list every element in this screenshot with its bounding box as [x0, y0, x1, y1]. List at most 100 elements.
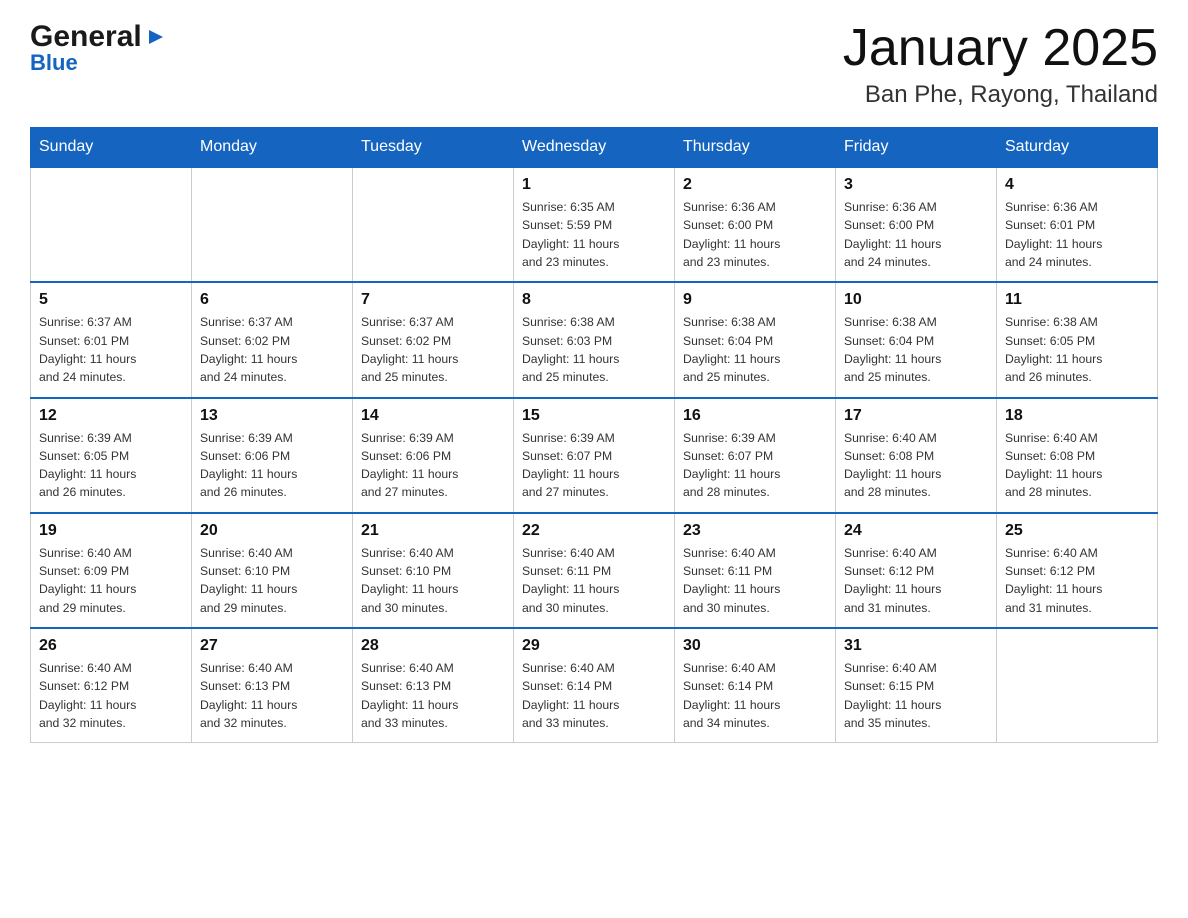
day-number: 31	[844, 637, 988, 655]
week-row-2: 5Sunrise: 6:37 AM Sunset: 6:01 PM Daylig…	[31, 282, 1158, 397]
location-title: Ban Phe, Rayong, Thailand	[843, 81, 1158, 109]
calendar-cell	[192, 167, 353, 282]
calendar-cell	[353, 167, 514, 282]
day-number: 14	[361, 407, 505, 425]
day-number: 22	[522, 522, 666, 540]
calendar-cell: 16 Sunrise: 6:39 AM Sunset: 6:07 PM Dayli…	[675, 398, 836, 513]
calendar-cell: 25 Sunrise: 6:40 AM Sunset: 6:12 PM Dayli…	[997, 513, 1158, 628]
day-info: Sunrise: 6:36 AM Sunset: 6:01 PM Dayligh…	[1005, 198, 1149, 271]
week-row-1: 1 Sunrise: 6:35 AM Sunset: 5:59 PM Daylig…	[31, 167, 1158, 282]
day-info: Sunrise: 6:40 AM Sunset: 6:10 PM Dayligh…	[200, 544, 344, 617]
day-info: Sunrise: 6:40 AM Sunset: 6:12 PM Dayligh…	[1005, 544, 1149, 617]
day-info: Sunrise: 6:39 AM Sunset: 6:07 PM Dayligh…	[522, 429, 666, 502]
logo: General Blue	[30, 20, 167, 76]
day-info: Sunrise: 6:37 AM Sunset: 6:02 PM Dayligh…	[200, 313, 344, 386]
calendar-cell: 7Sunrise: 6:37 AM Sunset: 6:02 PM Daylig…	[353, 282, 514, 397]
day-number: 29	[522, 637, 666, 655]
day-info: Sunrise: 6:38 AM Sunset: 6:05 PM Dayligh…	[1005, 313, 1149, 386]
day-info: Sunrise: 6:40 AM Sunset: 6:14 PM Dayligh…	[522, 659, 666, 732]
day-info: Sunrise: 6:38 AM Sunset: 6:04 PM Dayligh…	[844, 313, 988, 386]
calendar-cell: 14 Sunrise: 6:39 AM Sunset: 6:06 PM Dayli…	[353, 398, 514, 513]
day-number: 11	[1005, 291, 1149, 309]
calendar-cell: 21 Sunrise: 6:40 AM Sunset: 6:10 PM Dayli…	[353, 513, 514, 628]
calendar-cell: 30 Sunrise: 6:40 AM Sunset: 6:14 PM Dayli…	[675, 628, 836, 743]
day-number: 28	[361, 637, 505, 655]
day-number: 2	[683, 176, 827, 194]
title-area: January 2025 Ban Phe, Rayong, Thailand	[843, 20, 1158, 109]
logo-general-text: General	[30, 20, 142, 54]
weekday-header-tuesday: Tuesday	[353, 128, 514, 168]
calendar-cell: 18Sunrise: 6:40 AM Sunset: 6:08 PM Dayli…	[997, 398, 1158, 513]
day-info: Sunrise: 6:39 AM Sunset: 6:07 PM Dayligh…	[683, 429, 827, 502]
calendar-cell: 13Sunrise: 6:39 AM Sunset: 6:06 PM Dayli…	[192, 398, 353, 513]
calendar-cell: 3Sunrise: 6:36 AM Sunset: 6:00 PM Daylig…	[836, 167, 997, 282]
day-info: Sunrise: 6:40 AM Sunset: 6:11 PM Dayligh…	[683, 544, 827, 617]
day-number: 6	[200, 291, 344, 309]
day-number: 23	[683, 522, 827, 540]
day-number: 27	[200, 637, 344, 655]
day-number: 8	[522, 291, 666, 309]
calendar-cell: 12 Sunrise: 6:39 AM Sunset: 6:05 PM Dayli…	[31, 398, 192, 513]
day-number: 12	[39, 407, 183, 425]
day-info: Sunrise: 6:39 AM Sunset: 6:06 PM Dayligh…	[361, 429, 505, 502]
day-info: Sunrise: 6:40 AM Sunset: 6:15 PM Dayligh…	[844, 659, 988, 732]
day-info: Sunrise: 6:40 AM Sunset: 6:11 PM Dayligh…	[522, 544, 666, 617]
day-info: Sunrise: 6:37 AM Sunset: 6:02 PM Dayligh…	[361, 313, 505, 386]
calendar-cell: 31 Sunrise: 6:40 AM Sunset: 6:15 PM Dayli…	[836, 628, 997, 743]
calendar-cell: 17 Sunrise: 6:40 AM Sunset: 6:08 PM Dayli…	[836, 398, 997, 513]
day-info: Sunrise: 6:38 AM Sunset: 6:03 PM Dayligh…	[522, 313, 666, 386]
day-number: 16	[683, 407, 827, 425]
weekday-header-friday: Friday	[836, 128, 997, 168]
day-number: 30	[683, 637, 827, 655]
day-number: 20	[200, 522, 344, 540]
logo-blue-text: Blue	[30, 50, 78, 76]
day-info: Sunrise: 6:40 AM Sunset: 6:13 PM Dayligh…	[200, 659, 344, 732]
day-info: Sunrise: 6:39 AM Sunset: 6:05 PM Dayligh…	[39, 429, 183, 502]
day-info: Sunrise: 6:36 AM Sunset: 6:00 PM Dayligh…	[844, 198, 988, 271]
day-info: Sunrise: 6:39 AM Sunset: 6:06 PM Dayligh…	[200, 429, 344, 502]
day-info: Sunrise: 6:35 AM Sunset: 5:59 PM Dayligh…	[522, 198, 666, 271]
calendar-cell: 23 Sunrise: 6:40 AM Sunset: 6:11 PM Dayli…	[675, 513, 836, 628]
calendar-cell: 11 Sunrise: 6:38 AM Sunset: 6:05 PM Dayli…	[997, 282, 1158, 397]
day-info: Sunrise: 6:40 AM Sunset: 6:12 PM Dayligh…	[844, 544, 988, 617]
day-number: 21	[361, 522, 505, 540]
day-info: Sunrise: 6:40 AM Sunset: 6:14 PM Dayligh…	[683, 659, 827, 732]
calendar-cell: 8 Sunrise: 6:38 AM Sunset: 6:03 PM Daylig…	[514, 282, 675, 397]
day-number: 17	[844, 407, 988, 425]
day-info: Sunrise: 6:40 AM Sunset: 6:13 PM Dayligh…	[361, 659, 505, 732]
weekday-header-sunday: Sunday	[31, 128, 192, 168]
day-number: 19	[39, 522, 183, 540]
day-info: Sunrise: 6:37 AM Sunset: 6:01 PM Dayligh…	[39, 313, 183, 386]
calendar-cell	[997, 628, 1158, 743]
calendar-cell: 27 Sunrise: 6:40 AM Sunset: 6:13 PM Dayli…	[192, 628, 353, 743]
day-number: 15	[522, 407, 666, 425]
month-title: January 2025	[843, 20, 1158, 77]
day-number: 24	[844, 522, 988, 540]
logo-arrow-icon	[145, 26, 167, 48]
week-row-3: 12 Sunrise: 6:39 AM Sunset: 6:05 PM Dayli…	[31, 398, 1158, 513]
calendar-cell: 22 Sunrise: 6:40 AM Sunset: 6:11 PM Dayli…	[514, 513, 675, 628]
calendar-cell: 29 Sunrise: 6:40 AM Sunset: 6:14 PM Dayli…	[514, 628, 675, 743]
day-number: 1	[522, 176, 666, 194]
weekday-header-row: SundayMondayTuesdayWednesdayThursdayFrid…	[31, 128, 1158, 168]
day-number: 26	[39, 637, 183, 655]
weekday-header-wednesday: Wednesday	[514, 128, 675, 168]
day-number: 9	[683, 291, 827, 309]
calendar-cell: 26Sunrise: 6:40 AM Sunset: 6:12 PM Dayli…	[31, 628, 192, 743]
week-row-4: 19Sunrise: 6:40 AM Sunset: 6:09 PM Dayli…	[31, 513, 1158, 628]
calendar-cell: 5Sunrise: 6:37 AM Sunset: 6:01 PM Daylig…	[31, 282, 192, 397]
day-number: 10	[844, 291, 988, 309]
weekday-header-saturday: Saturday	[997, 128, 1158, 168]
calendar-cell: 2 Sunrise: 6:36 AM Sunset: 6:00 PM Daylig…	[675, 167, 836, 282]
calendar-cell: 24 Sunrise: 6:40 AM Sunset: 6:12 PM Dayli…	[836, 513, 997, 628]
calendar-cell: 4 Sunrise: 6:36 AM Sunset: 6:01 PM Daylig…	[997, 167, 1158, 282]
calendar-cell	[31, 167, 192, 282]
day-number: 18	[1005, 407, 1149, 425]
day-info: Sunrise: 6:40 AM Sunset: 6:08 PM Dayligh…	[844, 429, 988, 502]
weekday-header-thursday: Thursday	[675, 128, 836, 168]
day-info: Sunrise: 6:36 AM Sunset: 6:00 PM Dayligh…	[683, 198, 827, 271]
day-number: 25	[1005, 522, 1149, 540]
day-number: 4	[1005, 176, 1149, 194]
calendar-cell: 9Sunrise: 6:38 AM Sunset: 6:04 PM Daylig…	[675, 282, 836, 397]
day-info: Sunrise: 6:40 AM Sunset: 6:10 PM Dayligh…	[361, 544, 505, 617]
